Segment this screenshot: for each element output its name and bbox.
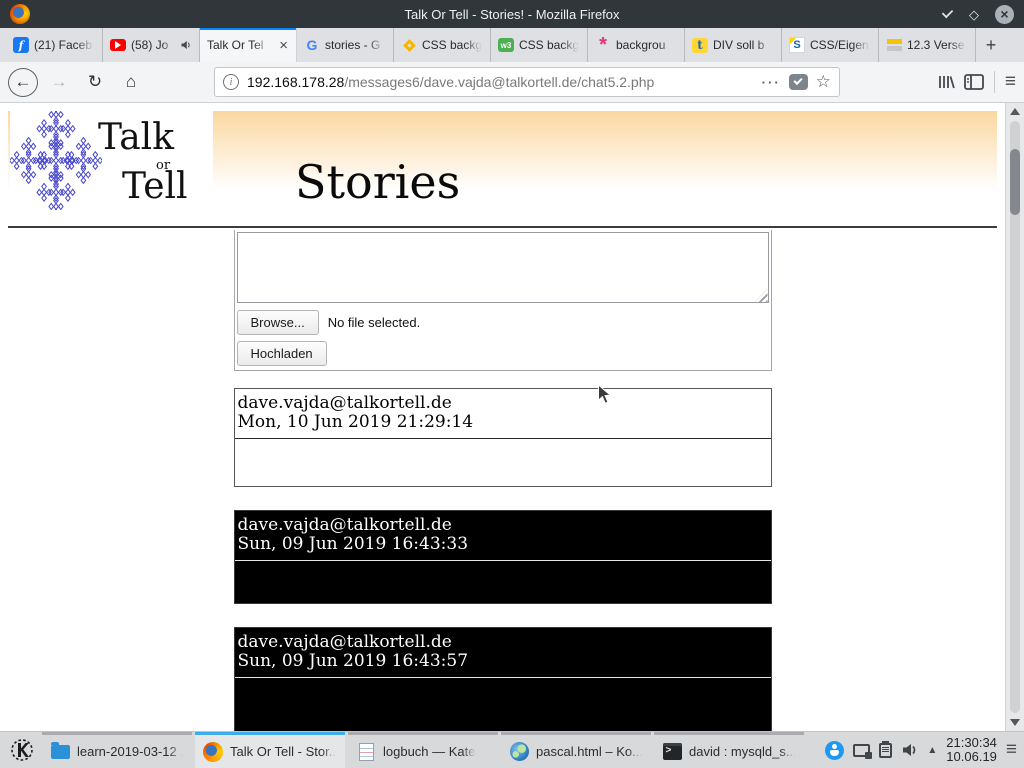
upload-button[interactable]: Hochladen [237,341,327,366]
w3schools-icon: w3 [498,38,514,52]
message-card: dave.vajda@talkortell.de Mon, 10 Jun 201… [234,388,772,487]
site-info-icon[interactable]: i [223,74,239,90]
selfhtml-icon: S [789,37,805,53]
upload-form: Browse... No file selected. Hochladen [234,230,772,371]
fractal-diamond-logo-icon [10,111,102,210]
tray-expander-icon[interactable]: ▲ [927,745,937,756]
terminal-icon: > [663,743,682,760]
url-bar[interactable]: i 192.168.178.28/messages6/dave.vajda@ta… [214,67,840,97]
close-tab-icon[interactable]: × [278,37,289,54]
browse-button[interactable]: Browse... [237,310,319,335]
folder-icon [51,745,70,759]
page-actions-icon[interactable]: ··· [762,75,781,90]
tab-css-background-1[interactable]: CSS backg [394,28,491,62]
file-status-text: No file selected. [328,315,421,330]
window-titlebar[interactable]: Talk Or Tell - Stories! - Mozilla Firefo… [0,0,1024,28]
logo-word-talk: Talk [98,117,174,158]
message-date: Sun, 09 Jun 2019 16:43:57 [238,652,771,671]
forward-button[interactable]: → [44,67,74,97]
scrollbar-thumb[interactable] [1010,149,1020,215]
firefox-icon [203,742,223,762]
clock-date: 10.06.19 [946,750,997,765]
kde-launcher-button[interactable] [5,732,39,768]
clipboard-icon[interactable] [879,743,892,758]
tab-verse[interactable]: 12.3 Verse [879,28,976,62]
tab-youtube[interactable]: (58) Jo [103,28,200,62]
reload-button[interactable]: ↻ [80,67,110,97]
page-title: Stories [295,155,460,209]
bookmark-star-icon[interactable]: ☆ [816,72,831,92]
firefox-window-icon [10,4,30,24]
toolbar-divider [994,71,995,93]
scroll-down-icon[interactable] [1010,719,1020,726]
task-konsole-mysqld[interactable]: > david : mysqld_s... [654,732,804,768]
kde-logo-icon [10,738,34,762]
library-icon[interactable] [936,73,956,91]
message-body [235,678,771,731]
hamburger-menu-icon[interactable]: ≡ [1005,71,1016,93]
layers-icon [886,37,902,53]
task-dolphin-learn[interactable]: learn-2019-03-12 ... [42,732,192,768]
asterisk-flower-icon: * [595,37,611,53]
message-sender: dave.vajda@talkortell.de [238,633,771,652]
maximize-icon[interactable]: ◇ [969,8,979,21]
navigation-toolbar: ← → ↻ ⌂ i 192.168.178.28/messages6/dave.… [0,62,1024,103]
logo-word-tell: Tell [122,166,188,207]
kate-document-icon [359,743,374,761]
close-icon[interactable]: × [995,5,1014,24]
tab-talkortell-active[interactable]: Talk Or Tel × [200,28,297,62]
message-textarea[interactable] [237,232,769,303]
header-rule [8,226,997,228]
task-kate-logbuch[interactable]: logbuch — Kate [348,732,498,768]
message-list: dave.vajda@talkortell.de Mon, 10 Jun 201… [234,388,772,731]
mouse-cursor [597,384,612,405]
tab-selfhtml[interactable]: S CSS/Eigen [782,28,879,62]
site-logo: Talk or Tell [10,111,213,210]
taskbar: learn-2019-03-12 ... Talk Or Tell - Stor… [0,731,1024,768]
back-button[interactable]: ← [8,68,38,97]
youtube-icon [110,39,126,51]
tab-audio-icon[interactable] [180,39,192,51]
volume-icon[interactable] [901,742,918,758]
message-body [235,439,771,486]
page-scrollbar[interactable] [1005,103,1024,731]
digital-clock[interactable]: 21:30:34 10.06.19 [946,736,997,765]
tab-google-stories[interactable]: G stories - G [297,28,394,62]
facebook-icon: f [13,37,29,53]
window-title: Talk Or Tell - Stories! - Mozilla Firefo… [0,7,1024,22]
minimize-icon[interactable] [942,6,953,17]
sidebar-icon[interactable] [964,74,984,90]
message-sender: dave.vajda@talkortell.de [238,394,771,413]
message-date: Sun, 09 Jun 2019 16:43:33 [238,535,771,554]
globe-icon [510,742,529,761]
tab-div-soll[interactable]: t DIV soll b [685,28,782,62]
book-icon: t [692,38,708,53]
display-settings-icon[interactable] [853,744,870,757]
google-icon: G [304,37,320,53]
scroll-up-icon[interactable] [1010,108,1020,115]
task-konqueror-pascal[interactable]: pascal.html – Ko... [501,732,651,768]
url-text[interactable]: 192.168.178.28/messages6/dave.vajda@talk… [247,74,754,90]
message-card: dave.vajda@talkortell.de Sun, 09 Jun 201… [234,627,772,731]
site-header: Talk or Tell Stories [8,111,997,221]
home-button[interactable]: ⌂ [116,67,146,97]
pocket-icon[interactable] [789,74,808,90]
tab-css-background-2[interactable]: w3 CSS backg [491,28,588,62]
panel-menu-icon[interactable]: ≡ [1006,739,1017,761]
tab-facebook[interactable]: f (21) Faceb [6,28,103,62]
message-date: Mon, 10 Jun 2019 21:29:14 [238,413,771,432]
tab-strip: f (21) Faceb (58) Jo Talk Or Tel × G sto… [0,28,1024,62]
new-tab-button[interactable]: + [976,28,1006,62]
browser-viewport: Talk or Tell Stories Browse... No file s… [0,103,1024,731]
message-body [235,561,771,603]
message-card: dave.vajda@talkortell.de Sun, 09 Jun 201… [234,510,772,604]
clock-time: 21:30:34 [946,736,997,751]
tab-background[interactable]: * backgrou [588,28,685,62]
task-firefox-talkortell[interactable]: Talk Or Tell - Stor... [195,732,345,768]
accessibility-icon[interactable] [825,741,844,760]
diamond-icon [401,37,417,53]
message-sender: dave.vajda@talkortell.de [238,516,771,535]
